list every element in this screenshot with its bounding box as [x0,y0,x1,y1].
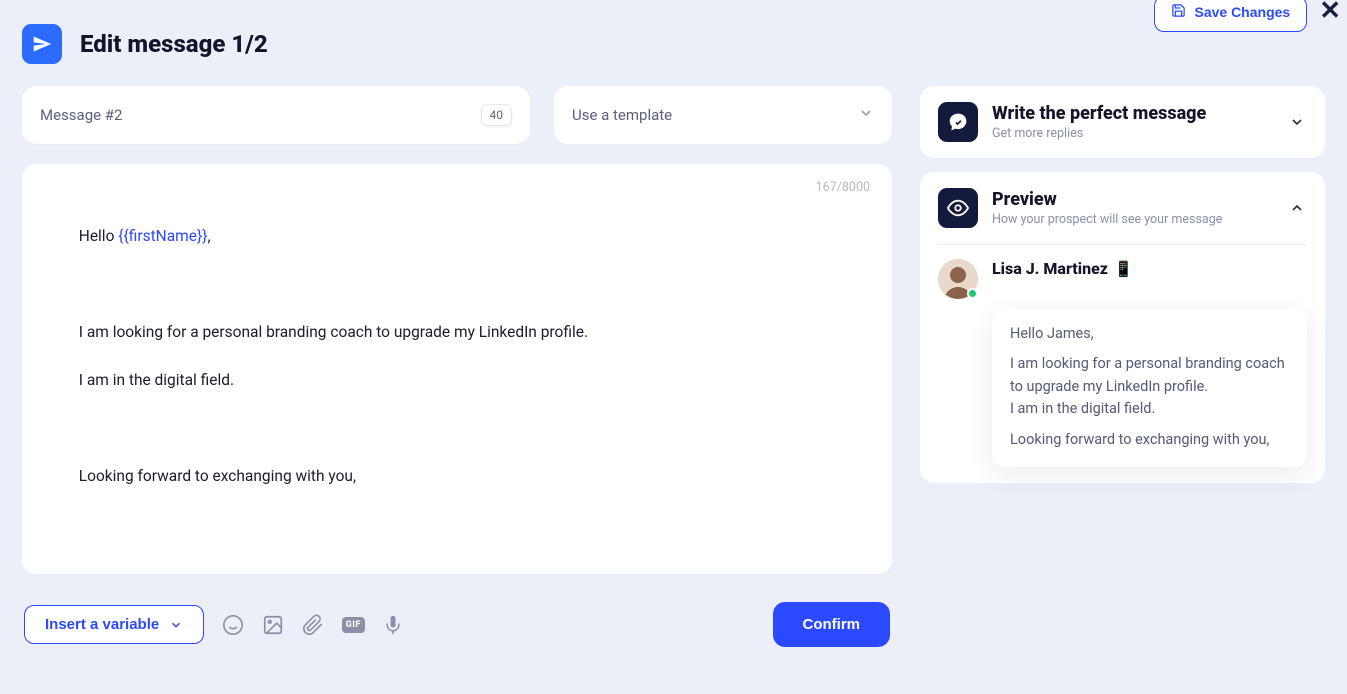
confirm-label: Confirm [803,616,861,633]
preview-sub: How your prospect will see your message [992,212,1222,227]
save-changes-button[interactable]: Save Changes [1154,0,1307,32]
template-select[interactable]: Use a template [554,86,892,144]
preview-bubble: Hello James, I am looking for a personal… [992,309,1307,467]
editor-toolbar: Insert a variable GIF Confirm [22,574,892,647]
message-editor[interactable]: 167/8000 Hello {{firstName}}, I am looki… [22,164,892,574]
close-icon[interactable]: ✕ [1319,0,1341,26]
page-title: Edit message 1/2 [80,30,268,58]
presence-indicator [967,288,978,299]
insert-variable-button[interactable]: Insert a variable [24,605,204,644]
bubble-line-3: I am in the digital field. [1010,400,1155,417]
chevron-down-icon [858,105,874,125]
preview-card: Preview How your prospect will see your … [920,172,1325,483]
variable-token: {{firstName}} [118,227,207,245]
prospect-name-text: Lisa J. Martinez [992,259,1108,278]
perfect-message-card[interactable]: Write the perfect message Get more repli… [920,86,1325,158]
editor-content: Hello {{firstName}}, I am looking for a … [48,200,866,512]
eye-icon [938,188,978,228]
attachment-icon[interactable] [302,614,324,636]
prospect-name: Lisa J. Martinez 📱 [992,259,1133,278]
phone-icon: 📱 [1114,260,1133,278]
message-count-badge: 40 [481,104,513,126]
preview-title: Preview [992,189,1222,210]
char-counter: 167/8000 [816,178,870,197]
save-label: Save Changes [1194,4,1290,20]
body-line-2: I am in the digital field. [79,371,234,389]
chevron-down-icon [169,618,183,632]
chevron-down-icon[interactable] [1289,114,1305,134]
gif-label: GIF [342,617,365,633]
insert-variable-label: Insert a variable [45,616,159,633]
perfect-message-sub: Get more replies [992,126,1206,141]
perfect-message-title: Write the perfect message [992,103,1206,124]
avatar-wrap [938,259,978,299]
send-icon [22,24,62,64]
confirm-button[interactable]: Confirm [773,602,891,647]
greeting-suffix: , [207,227,210,245]
chevron-up-icon[interactable] [1289,200,1305,220]
greeting-prefix: Hello [79,227,119,245]
bubble-line-1: Hello James, [1010,323,1289,345]
emoji-icon[interactable] [222,614,244,636]
gif-icon[interactable]: GIF [342,614,364,636]
template-placeholder: Use a template [572,106,672,124]
body-line-1: I am looking for a personal branding coa… [79,323,588,341]
page-header: Edit message 1/2 [0,0,1347,74]
microphone-icon[interactable] [382,614,404,636]
save-icon [1171,3,1186,21]
message-label: Message #2 [40,106,122,124]
chat-icon [938,102,978,142]
message-number-field[interactable]: Message #2 40 [22,86,530,144]
bubble-line-2: I am looking for a personal branding coa… [1010,355,1285,394]
bubble-line-4: Looking forward to exchanging with you, [1010,429,1289,451]
closing-line: Looking forward to exchanging with you, [79,467,356,485]
divider [938,244,1307,245]
image-icon[interactable] [262,614,284,636]
